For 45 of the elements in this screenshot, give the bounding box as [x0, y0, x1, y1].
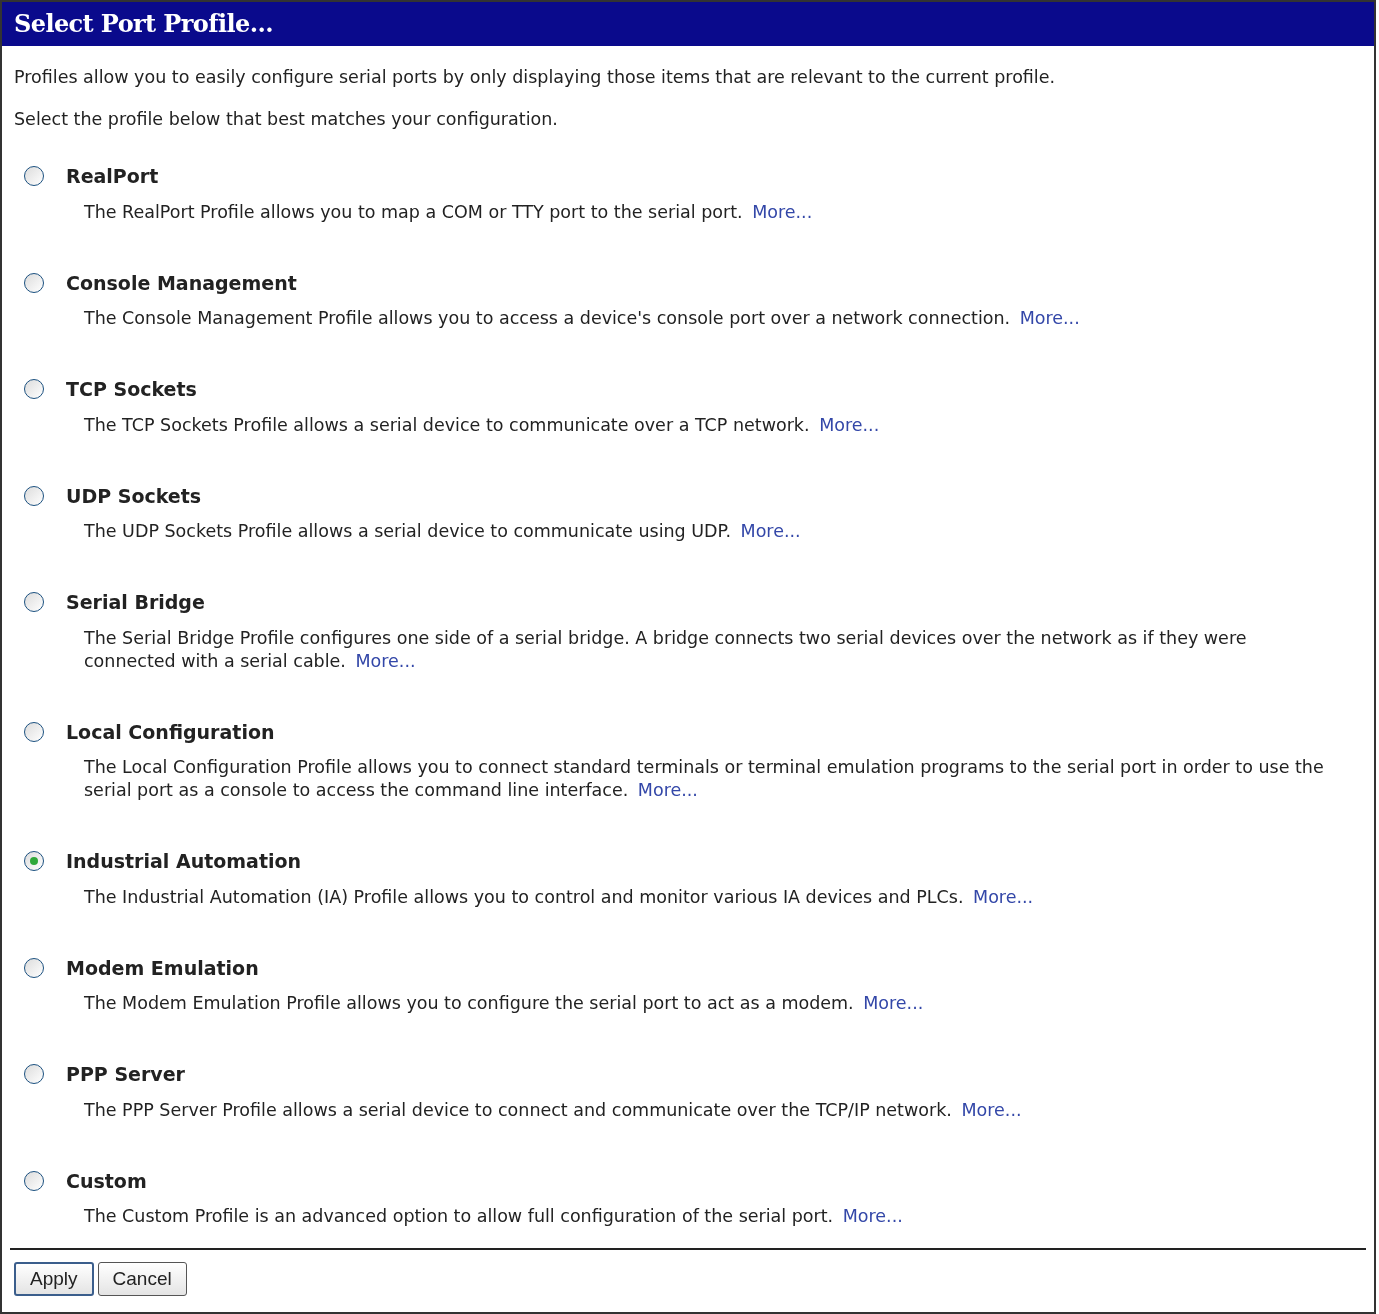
profile-name: UDP Sockets — [66, 483, 202, 509]
profile-description: The UDP Sockets Profile allows a serial device to communicate using UDP. More... — [83, 520, 802, 543]
profile-name: TCP Sockets — [66, 377, 197, 402]
instruction-text: Profiles allow you to easily configure serial ports by only displaying those items that are relevant to the current profile. — [14, 66, 1057, 88]
profile-name: Modem Emulation — [66, 955, 259, 981]
more-link[interactable]: More... — [740, 521, 801, 541]
profile-name: RealPort — [66, 164, 159, 189]
more-link[interactable]: More... — [961, 1099, 1022, 1120]
profile-description: The Serial Bridge Profile configures one side of a serial bridge. A bridge connects two serial devices over the network as if they were connected with a serial cable. More... — [83, 626, 1248, 673]
profile-description: The Local Configuration Profile allows you to connect standard terminals or terminal emulation programs to the serial port in order to use the serial port as a console to access the command line interface. More... — [83, 756, 1325, 802]
cancel-button[interactable]: Cancel — [97, 1262, 187, 1296]
radio-button[interactable] — [24, 1064, 44, 1085]
profile-description: The Industrial Automation (IA) Profile allows you to control and monitor various IA devices and PLCs. More... — [83, 885, 1035, 909]
radio-button[interactable] — [24, 485, 44, 506]
radio-button[interactable] — [24, 166, 44, 187]
window-title: Select Port Profile... — [14, 8, 273, 40]
profile-description: The Custom Profile is an advanced option to allow full configuration of the serial port. More... — [83, 1205, 904, 1228]
more-link[interactable]: More... — [842, 1206, 903, 1226]
radio-button[interactable] — [24, 272, 44, 293]
more-link[interactable]: More... — [819, 414, 880, 435]
more-link[interactable]: More... — [1019, 308, 1080, 328]
radio-button[interactable] — [24, 957, 44, 978]
profile-name: Serial Bridge — [66, 590, 205, 615]
radio-button[interactable] — [24, 721, 44, 742]
radio-button[interactable] — [24, 851, 44, 872]
profile-name: Custom — [66, 1168, 147, 1194]
more-link[interactable]: More... — [355, 650, 416, 671]
more-link[interactable]: More... — [752, 201, 813, 222]
radio-button[interactable] — [24, 1170, 44, 1191]
radio-button[interactable] — [24, 379, 44, 400]
profile-description: The TCP Sockets Profile allows a serial device to communicate over a TCP network. More... — [83, 413, 881, 437]
profile-description: The RealPort Profile allows you to map a COM or TTY port to the serial port. More... — [83, 200, 814, 224]
more-link[interactable]: More... — [973, 886, 1034, 907]
profile-name: Console Management — [66, 270, 297, 296]
more-link[interactable]: More... — [637, 780, 698, 800]
apply-button[interactable]: Apply — [14, 1262, 94, 1296]
profile-description: The Modem Emulation Profile allows you to configure the serial port to act as a modem. More... — [83, 992, 925, 1015]
more-link[interactable]: More... — [863, 993, 924, 1013]
radio-button[interactable] — [24, 592, 44, 613]
profile-name: Local Configuration — [66, 719, 275, 745]
profile-description: The PPP Server Profile allows a serial device to connect and communicate over the TCP/IP network. More... — [83, 1098, 1023, 1122]
profile-name: PPP Server — [66, 1062, 185, 1087]
profile-name: Industrial Automation — [66, 849, 302, 874]
profile-description: The Console Management Profile allows you to access a device's console port over a network connection. More... — [83, 307, 1081, 330]
instruction-text: Select the profile below that best matches your configuration. — [14, 108, 559, 130]
